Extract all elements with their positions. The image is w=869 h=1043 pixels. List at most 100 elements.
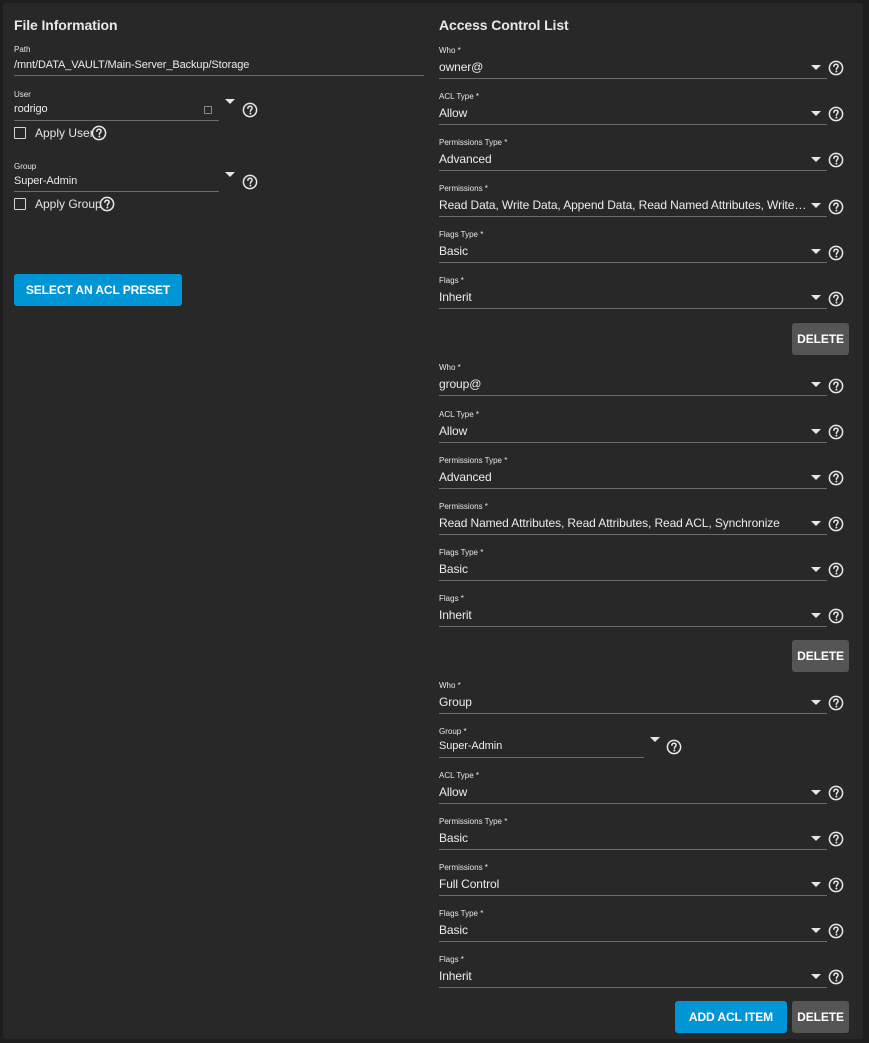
group-underline	[14, 191, 219, 192]
acl-type-underline	[439, 442, 827, 443]
permissions-type-underline	[439, 849, 827, 850]
flags-type-underline	[439, 580, 827, 581]
permissions-dropdown-arrow-icon[interactable]	[811, 882, 821, 887]
who-label: Who *	[439, 46, 461, 55]
flags-label: Flags *	[439, 955, 464, 964]
delete-entry-2-button[interactable]: DELETE	[792, 640, 849, 672]
flags-type-dropdown-arrow-icon[interactable]	[811, 249, 821, 254]
acl-type-select[interactable]: Allow	[439, 785, 809, 799]
path-label: Path	[14, 45, 31, 54]
flags-type-help-icon[interactable]	[828, 923, 844, 939]
group-help-icon[interactable]	[242, 174, 258, 190]
permissions-type-help-icon[interactable]	[828, 470, 844, 486]
acl-type-help-icon[interactable]	[828, 106, 844, 122]
permissions-underline	[439, 895, 827, 896]
flags-type-help-icon[interactable]	[828, 562, 844, 578]
group-input[interactable]: Super-Admin	[14, 175, 214, 187]
acl-type-help-icon[interactable]	[828, 424, 844, 440]
group-select[interactable]: Super-Admin	[439, 740, 639, 752]
permissions-help-icon[interactable]	[828, 516, 844, 532]
apply-group-help-icon[interactable]	[99, 196, 115, 212]
acl-type-dropdown-arrow-icon[interactable]	[811, 790, 821, 795]
file-information-title: File Information	[14, 17, 118, 33]
who-help-icon[interactable]	[828, 378, 844, 394]
acl-type-dropdown-arrow-icon[interactable]	[811, 111, 821, 116]
permissions-type-label: Permissions Type *	[439, 456, 508, 465]
delete-entry-3-button[interactable]: DELETE	[792, 1001, 849, 1033]
who-select[interactable]: owner@	[439, 60, 809, 74]
flags-label: Flags *	[439, 594, 464, 603]
user-help-icon[interactable]	[242, 102, 258, 118]
permissions-dropdown-arrow-icon[interactable]	[811, 203, 821, 208]
permissions-label: Permissions *	[439, 502, 488, 511]
group-label: Group	[14, 162, 37, 171]
user-underline	[14, 120, 219, 121]
permissions-type-dropdown-arrow-icon[interactable]	[811, 475, 821, 480]
flags-type-dropdown-arrow-icon[interactable]	[811, 928, 821, 933]
who-dropdown-arrow-icon[interactable]	[811, 65, 821, 70]
flags-select[interactable]: Inherit	[439, 290, 809, 304]
apply-group-label: Apply Group	[35, 197, 102, 211]
flags-type-help-icon[interactable]	[828, 245, 844, 261]
who-dropdown-arrow-icon[interactable]	[811, 382, 821, 387]
flags-help-icon[interactable]	[828, 608, 844, 624]
permissions-label: Permissions *	[439, 184, 488, 193]
group-select-dropdown-arrow-icon[interactable]	[650, 737, 660, 742]
flags-type-dropdown-arrow-icon[interactable]	[811, 567, 821, 572]
apply-group-checkbox[interactable]	[14, 198, 26, 210]
permissions-help-icon[interactable]	[828, 877, 844, 893]
group-select-help-icon[interactable]	[666, 739, 682, 755]
user-dropdown-arrow-icon[interactable]	[225, 99, 235, 104]
who-select[interactable]: Group	[439, 695, 809, 709]
permissions-select[interactable]: Read Named Attributes, Read Attributes, …	[439, 516, 809, 530]
flags-dropdown-arrow-icon[interactable]	[811, 295, 821, 300]
flags-help-icon[interactable]	[828, 969, 844, 985]
flags-type-label: Flags Type *	[439, 548, 484, 557]
permissions-type-dropdown-arrow-icon[interactable]	[811, 836, 821, 841]
flags-select[interactable]: Inherit	[439, 969, 809, 983]
permissions-underline	[439, 534, 827, 535]
who-help-icon[interactable]	[828, 60, 844, 76]
permissions-type-select[interactable]: Advanced	[439, 152, 809, 166]
permissions-dropdown-arrow-icon[interactable]	[811, 521, 821, 526]
acl-type-help-icon[interactable]	[828, 785, 844, 801]
flags-type-select[interactable]: Basic	[439, 562, 809, 576]
acl-type-select[interactable]: Allow	[439, 106, 809, 120]
apply-user-help-icon[interactable]	[91, 125, 107, 141]
who-underline	[439, 78, 827, 79]
flags-underline	[439, 987, 827, 988]
flags-help-icon[interactable]	[828, 291, 844, 307]
acl-type-select[interactable]: Allow	[439, 424, 809, 438]
permissions-type-help-icon[interactable]	[828, 831, 844, 847]
who-label: Who *	[439, 681, 461, 690]
delete-entry-1-button[interactable]: DELETE	[792, 323, 849, 355]
permissions-type-underline	[439, 170, 827, 171]
flags-type-select[interactable]: Basic	[439, 244, 809, 258]
who-help-icon[interactable]	[828, 695, 844, 711]
who-label: Who *	[439, 363, 461, 372]
flags-type-label: Flags Type *	[439, 909, 484, 918]
acl-type-dropdown-arrow-icon[interactable]	[811, 429, 821, 434]
permissions-type-select[interactable]: Basic	[439, 831, 809, 845]
permissions-help-icon[interactable]	[828, 199, 844, 215]
flags-select[interactable]: Inherit	[439, 608, 809, 622]
select-acl-preset-button[interactable]: SELECT AN ACL PRESET	[14, 274, 182, 306]
permissions-type-help-icon[interactable]	[828, 152, 844, 168]
permissions-type-dropdown-arrow-icon[interactable]	[811, 157, 821, 162]
permissions-type-underline	[439, 488, 827, 489]
add-acl-item-button[interactable]: ADD ACL ITEM	[675, 1001, 787, 1033]
permissions-type-select[interactable]: Advanced	[439, 470, 809, 484]
who-dropdown-arrow-icon[interactable]	[811, 700, 821, 705]
who-select[interactable]: group@	[439, 377, 809, 391]
who-underline	[439, 713, 827, 714]
flags-type-select[interactable]: Basic	[439, 923, 809, 937]
keyboard-icon	[204, 106, 212, 114]
permissions-select[interactable]: Read Data, Write Data, Append Data, Read…	[439, 198, 809, 212]
user-input[interactable]: rodrigo	[14, 103, 194, 115]
apply-user-checkbox[interactable]	[14, 127, 26, 139]
permissions-underline	[439, 216, 827, 217]
permissions-select[interactable]: Full Control	[439, 877, 809, 891]
flags-dropdown-arrow-icon[interactable]	[811, 974, 821, 979]
flags-dropdown-arrow-icon[interactable]	[811, 613, 821, 618]
group-dropdown-arrow-icon[interactable]	[225, 172, 235, 177]
